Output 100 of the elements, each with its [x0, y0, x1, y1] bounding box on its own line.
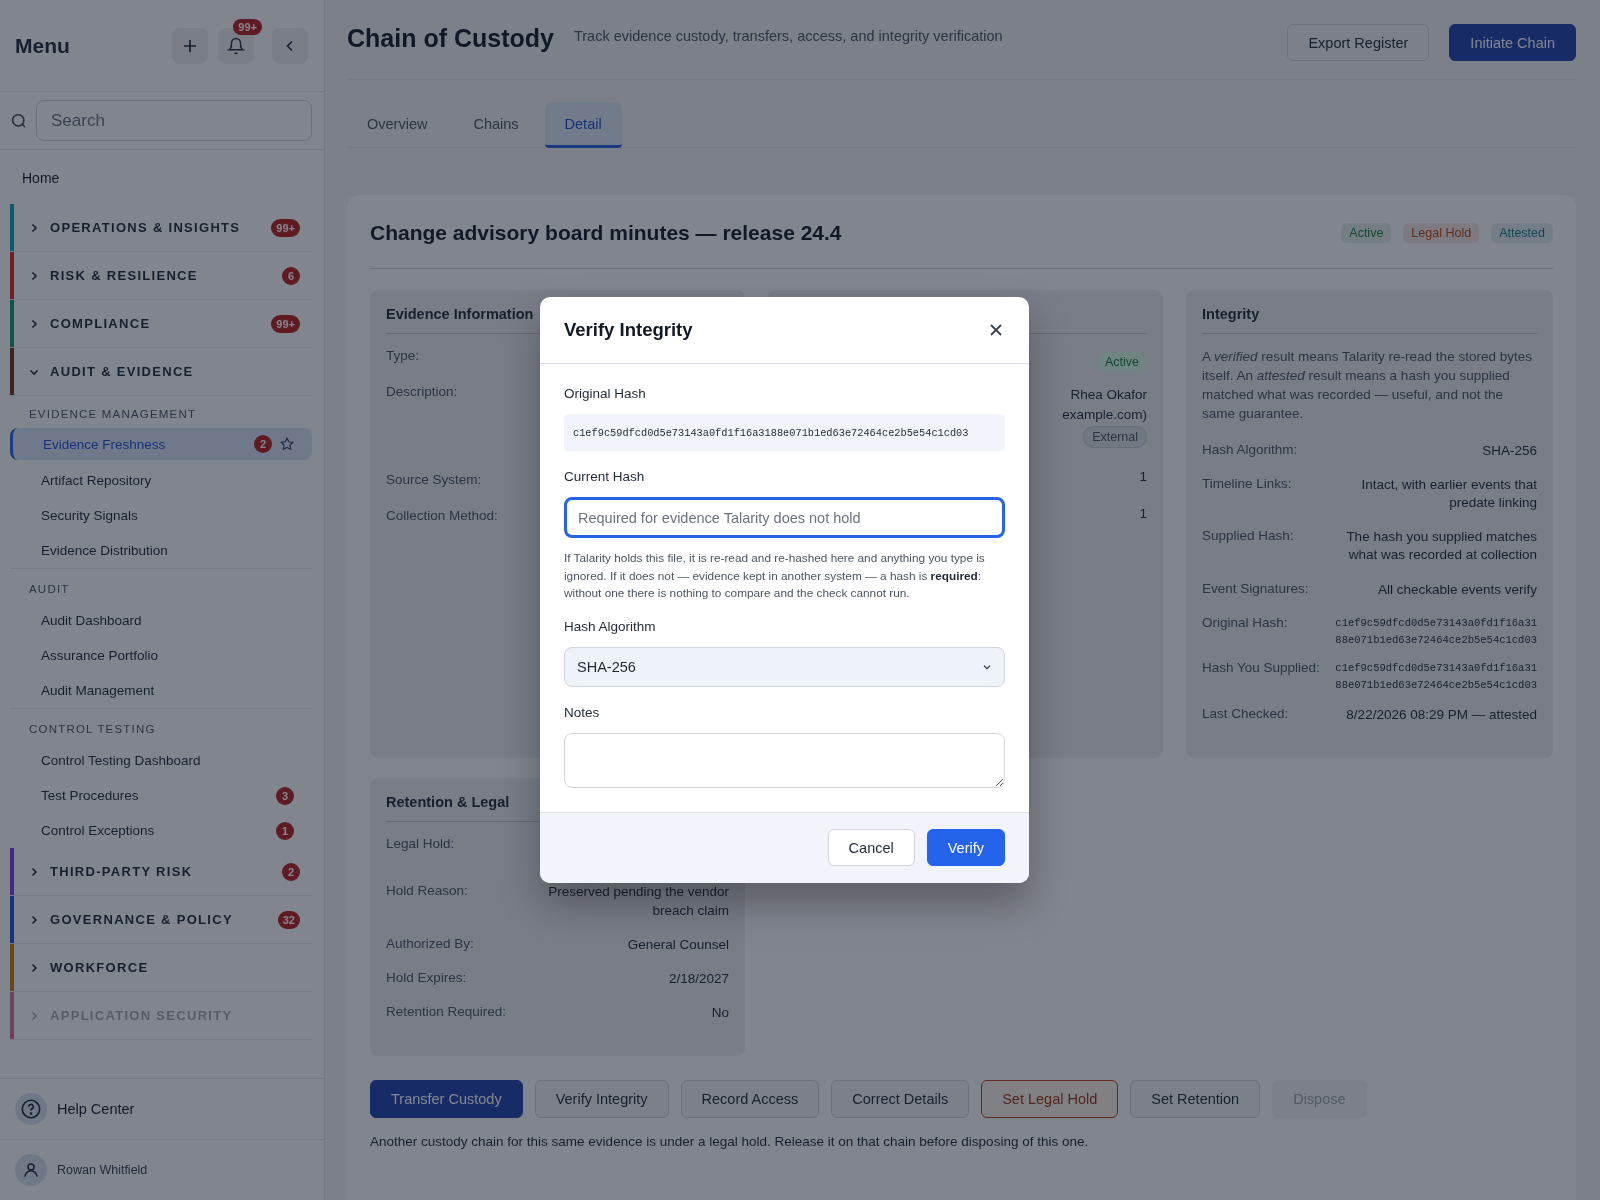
nav-item[interactable]: Control Testing Dashboard — [10, 743, 312, 778]
count-badge: 99+ — [271, 314, 300, 333]
nav-group-label: AUDIT & EVIDENCE — [50, 364, 195, 379]
external-tag: External — [1083, 426, 1147, 449]
section-heading: EVIDENCE MANAGEMENT — [28, 407, 198, 422]
menu-title: Menu — [15, 33, 71, 58]
search-field[interactable]: Search — [36, 100, 312, 141]
count-badge: 3 — [276, 786, 294, 805]
help-icon — [15, 1093, 47, 1125]
search-icon — [10, 111, 28, 130]
tab[interactable]: Chains — [453, 102, 539, 148]
field-label: Source System: — [386, 472, 482, 489]
status-tag: Active — [1341, 222, 1392, 243]
nav-group[interactable]: COMPLIANCE 99+ — [10, 300, 312, 348]
nav-group-label: COMPLIANCE — [50, 316, 152, 331]
field-value: 8/22/2026 08:29 PM — attested — [1346, 706, 1537, 725]
hash-input-field[interactable]: Required for evidence Talarity does not hold — [564, 497, 1005, 538]
nav-group[interactable]: AUDIT & EVIDENCE — [10, 348, 312, 396]
header-button[interactable]: Initiate Chain — [1449, 24, 1576, 61]
help-center-link[interactable]: Help Center — [57, 1101, 135, 1117]
action-button[interactable]: Record Access — [680, 1080, 820, 1119]
page-subtitle: Track evidence custody, transfers, access, and integrity verification — [573, 28, 1004, 44]
nav-item[interactable]: Test Procedures 3 — [10, 778, 312, 813]
help-text: If Talarity holds this file, it is re-read and re-hashed here and anything you type is ignored. If it does not — evidence kept in another system — a hash is required: without one there is nothing to compare and the check cannot run. — [564, 550, 986, 603]
nav-group-label: RISK & RESILIENCE — [50, 268, 199, 283]
nav-item[interactable]: Assurance Portfolio — [10, 638, 312, 673]
user-avatar-icon — [15, 1154, 47, 1186]
count-badge: 32 — [277, 910, 300, 929]
field-value: No — [711, 1004, 729, 1023]
action-button[interactable]: Transfer Custody — [370, 1080, 523, 1119]
action-button[interactable]: Verify Integrity — [534, 1080, 669, 1119]
notification-count: 99+ — [233, 18, 262, 35]
field-label: Hash Algorithm — [564, 619, 657, 635]
action-button[interactable]: Correct Details — [831, 1080, 970, 1119]
nav-group[interactable]: OPERATIONS & INSIGHTS 99+ — [10, 204, 312, 252]
hash-value: c1ef9c59dfcd0d5e73143a0fd1f16a3188e071b1ed63e72464ce2b5e54c1cd03 — [564, 414, 1005, 451]
field-label: Original Hash — [564, 386, 647, 401]
field-value: Intact, with earlier events that predate linking — [1360, 475, 1537, 512]
status-tag: Legal Hold — [1403, 222, 1480, 243]
field-label: Notes — [564, 705, 601, 721]
nav-item[interactable]: Audit Management — [10, 673, 312, 708]
hash-value: c1ef9c59dfcd0d5e73143a0fd1f16a3188e071b1ed63e72464ce2b5e54c1cd03 — [1334, 661, 1537, 694]
count-badge: 1 — [276, 821, 294, 840]
nav-group[interactable]: WORKFORCE — [10, 944, 312, 992]
notes-field[interactable] — [564, 733, 1005, 789]
field-value: General Counsel — [627, 935, 729, 954]
field-label: Event Signatures: — [1202, 580, 1309, 598]
notice-text: Another custody chain for this same evidence is under a legal hold. Release it on that chain before disposing of this one. — [370, 1134, 1090, 1150]
nav-item[interactable]: Security Signals — [10, 498, 312, 533]
section-heading: AUDIT — [10, 568, 312, 603]
star-icon[interactable] — [280, 437, 294, 451]
field-label: Type: — [386, 348, 420, 365]
nav-group-label: GOVERNANCE & POLICY — [50, 912, 234, 927]
nav-group[interactable]: GOVERNANCE & POLICY 32 — [10, 896, 312, 944]
field-value: The hash you supplied matches what was recorded at collection — [1345, 528, 1537, 565]
nav-group[interactable]: THIRD-PARTY RISK 2 — [10, 848, 312, 896]
nav-group[interactable]: RISK & RESILIENCE 6 — [10, 252, 312, 300]
tab[interactable]: Overview — [347, 102, 448, 148]
field-value: Preserved pending the vendor breach claim — [547, 883, 729, 920]
plus-icon — [182, 37, 198, 54]
algorithm-select[interactable]: SHA-256 — [564, 647, 1005, 688]
field-label: Original Hash: — [1202, 614, 1288, 632]
dialog-button[interactable]: Verify — [926, 829, 1005, 867]
nav-item[interactable]: Evidence Freshness 2 — [10, 428, 312, 460]
field-value: SHA-256 — [1482, 441, 1537, 460]
custodian-text: Rhea Okafor — [1070, 386, 1147, 404]
nav-item[interactable]: Evidence Distribution — [10, 533, 312, 568]
integrity-intro: A verified result means Talarity re-read the stored bytes itself. An attested result means a hash you supplied matched what was recorded — useful, and not the same guarantee. — [1202, 348, 1533, 423]
nav-group-label: OPERATIONS & INSIGHTS — [50, 220, 242, 235]
nav-link[interactable]: Home — [10, 162, 312, 194]
nav-item[interactable]: Audit Dashboard — [10, 603, 312, 638]
action-button[interactable]: Set Legal Hold — [981, 1080, 1119, 1119]
nav-group-label: THIRD-PARTY RISK — [50, 864, 194, 879]
dialog-button[interactable]: Cancel — [827, 829, 915, 867]
field-label: Collection Method: — [386, 508, 498, 525]
header-button[interactable]: Export Register — [1287, 24, 1430, 61]
add-button[interactable] — [172, 27, 208, 64]
count-badge: 6 — [282, 266, 300, 285]
field-label: Timeline Links: — [1202, 475, 1292, 493]
user-name: Rowan Whitfield — [57, 1163, 148, 1177]
field-value: 2/18/2027 — [668, 969, 729, 988]
nav-item[interactable]: Control Exceptions 1 — [10, 813, 312, 848]
field-label: Hash Algorithm: — [1202, 441, 1298, 459]
action-button[interactable]: Set Retention — [1130, 1080, 1261, 1119]
panel-title: Integrity — [1202, 306, 1537, 334]
section-heading: CONTROL TESTING — [10, 708, 312, 743]
field-label: Current Hash — [564, 469, 646, 484]
field-label: Legal Hold: — [386, 836, 455, 852]
field-value: 1 — [1139, 504, 1147, 523]
count-badge: 2 — [282, 862, 300, 881]
close-icon — [989, 323, 1003, 337]
field-label: Hold Expires: — [386, 969, 467, 987]
custodian-text: example.com) — [1062, 406, 1147, 425]
field-value: All checkable events verify — [1377, 580, 1537, 599]
field-label: Retention Required: — [386, 1004, 507, 1022]
nav-item[interactable]: Artifact Repository — [10, 463, 312, 498]
status-tag: Active — [1096, 352, 1147, 372]
field-label: Hash You Supplied: — [1202, 660, 1320, 678]
record-title: Change advisory board minutes — release 24.4 — [370, 220, 843, 245]
tab[interactable]: Detail — [544, 102, 622, 148]
